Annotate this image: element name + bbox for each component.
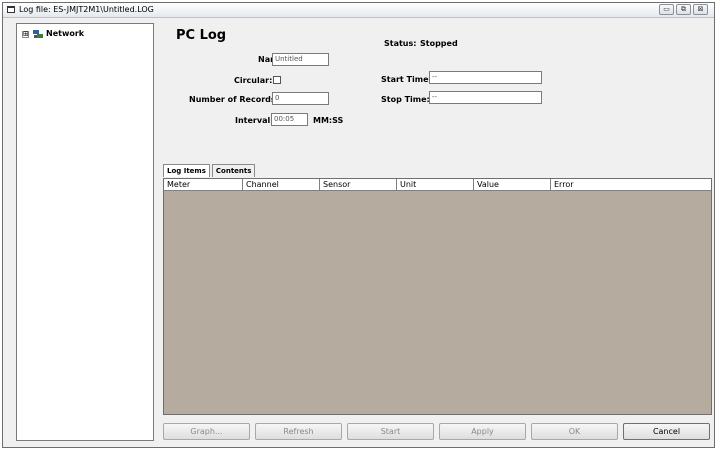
network-icon: [33, 30, 43, 38]
page-title: PC Log: [176, 28, 227, 43]
column-header-error[interactable]: Error: [551, 179, 711, 191]
cancel-button[interactable]: Cancel: [623, 423, 710, 440]
action-bar: Graph... Refresh Start Apply OK Cancel: [163, 423, 712, 440]
window-icon: [7, 6, 15, 13]
table-header: Meter Channel Sensor Unit Value Error: [164, 179, 711, 191]
column-header-meter[interactable]: Meter: [164, 179, 243, 191]
tree-expand-icon[interactable]: ⊞: [22, 31, 29, 38]
stop-time-label: Stop Time:: [381, 95, 430, 104]
circular-checkbox[interactable]: [273, 76, 281, 84]
column-header-sensor[interactable]: Sensor: [320, 179, 397, 191]
log-items-table[interactable]: Meter Channel Sensor Unit Value Error: [163, 178, 712, 415]
tab-contents[interactable]: Contents: [211, 164, 256, 177]
apply-button[interactable]: Apply: [439, 423, 526, 440]
minimize-icon: ▭: [663, 5, 670, 13]
tree-item-network[interactable]: Network: [46, 29, 84, 38]
close-button[interactable]: ⊠: [693, 4, 708, 15]
graph-button[interactable]: Graph...: [163, 423, 250, 440]
records-field[interactable]: 0: [272, 92, 329, 105]
status-label: Status:: [384, 39, 417, 48]
stop-time-field[interactable]: --: [429, 91, 542, 104]
interval-unit: MM:SS: [313, 116, 344, 125]
title-bar[interactable]: Log file: ES-JMJT2M1\Untitled.LOG ▭ ⧉ ⊠: [3, 3, 714, 18]
minimize-button[interactable]: ▭: [659, 4, 674, 15]
records-label: Number of Records:: [189, 95, 279, 104]
column-header-unit[interactable]: Unit: [397, 179, 474, 191]
interval-label: Interval:: [235, 116, 274, 125]
start-time-field[interactable]: --: [429, 71, 542, 84]
status-value: Stopped: [420, 39, 458, 48]
column-header-value[interactable]: Value: [474, 179, 551, 191]
column-header-channel[interactable]: Channel: [243, 179, 320, 191]
tab-log-items[interactable]: Log Items: [163, 164, 210, 177]
network-tree[interactable]: ⊞ Network: [16, 23, 154, 441]
refresh-button[interactable]: Refresh: [255, 423, 342, 440]
interval-field[interactable]: 00:05: [271, 113, 308, 126]
maximize-button[interactable]: ⧉: [676, 4, 691, 15]
start-time-label: Start Time:: [381, 75, 432, 84]
start-button[interactable]: Start: [347, 423, 434, 440]
window-title: Log file: ES-JMJT2M1\Untitled.LOG: [19, 5, 154, 14]
tab-strip: Log Items Contents: [163, 164, 257, 177]
circular-label: Circular:: [234, 76, 273, 85]
maximize-icon: ⧉: [681, 5, 686, 13]
ok-button[interactable]: OK: [531, 423, 618, 440]
close-icon: ⊠: [697, 5, 704, 13]
name-field[interactable]: Untitled: [272, 53, 329, 66]
